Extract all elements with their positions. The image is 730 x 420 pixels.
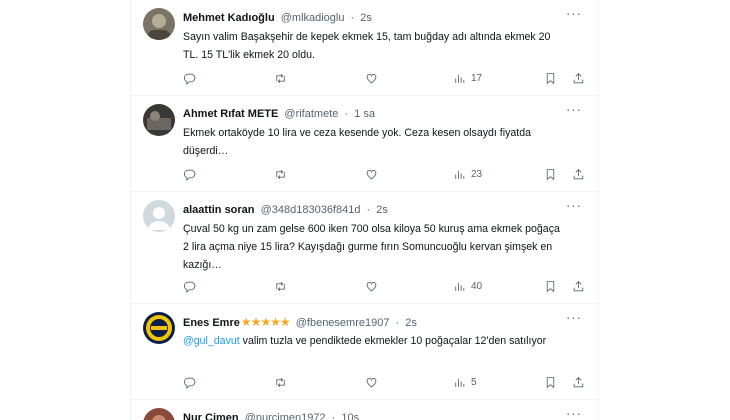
tweet-actions: 5 (183, 374, 588, 390)
author-handle[interactable]: @nurcimen1972 (245, 412, 326, 420)
views-count: 40 (471, 280, 483, 292)
tweet-text: Çuval 50 kg un zam gelse 600 iken 700 ol… (183, 223, 560, 271)
retweet-icon[interactable] (274, 374, 287, 390)
retweet-icon[interactable] (274, 70, 287, 86)
views-button[interactable]: 5 (453, 374, 477, 390)
separator: · (344, 108, 349, 120)
bookmark-icon[interactable] (544, 70, 557, 86)
share-icon[interactable] (572, 278, 585, 294)
heart-icon[interactable] (365, 374, 378, 390)
avatar[interactable] (143, 8, 175, 40)
avatar[interactable] (143, 104, 175, 136)
tweet-header: Nur Cimen @nurcimen1972 · 10s (183, 411, 568, 420)
tweet-text-body: valim tuzla ve pendiktede ekmekler 10 po… (239, 335, 547, 347)
reply-icon[interactable] (183, 278, 196, 294)
reply-icon[interactable] (183, 70, 196, 86)
retweet-icon[interactable] (274, 166, 287, 182)
author-handle[interactable]: @rifatmete (284, 108, 338, 120)
tweet-item[interactable]: Mehmet Kadıoğlu @mlkadioglu · 2s ··· Say… (131, 0, 598, 96)
heart-icon[interactable] (365, 278, 378, 294)
more-dots-icon[interactable]: ··· (566, 103, 582, 117)
avatar[interactable] (143, 408, 175, 420)
tweet-item[interactable]: Enes Emre★★★★★ @fbenesemre1907 · 2s ··· … (131, 304, 598, 400)
reply-icon[interactable] (183, 374, 196, 390)
separator: · (350, 12, 355, 24)
tweet-header: Enes Emre★★★★★ @fbenesemre1907 · 2s (183, 315, 568, 330)
star-rating-emoji: ★★★★★ (240, 315, 291, 329)
tweet-actions: 23 (183, 166, 588, 182)
tweet-text: Sayın valim Başakşehir de kepek ekmek 15… (183, 31, 551, 61)
views-chart-icon (453, 376, 466, 389)
more-dots-icon[interactable]: ··· (566, 407, 582, 420)
tweet-header: alaattin soran @348d183036f841d · 2s (183, 203, 568, 217)
views-button[interactable]: 23 (453, 166, 482, 182)
mention-link[interactable]: @gul_davut (183, 335, 240, 347)
tweet-header: Ahmet Rıfat METE @rifatmete · 1 sa (183, 107, 568, 121)
author-name[interactable]: Mehmet Kadıoğlu (183, 12, 275, 24)
author-handle[interactable]: @fbenesemre1907 (296, 317, 390, 329)
share-icon[interactable] (572, 70, 585, 86)
tweet-header: Mehmet Kadıoğlu @mlkadioglu · 2s (183, 11, 568, 25)
author-handle[interactable]: @mlkadioglu (281, 12, 345, 24)
more-dots-icon[interactable]: ··· (566, 199, 582, 213)
separator: · (331, 412, 336, 420)
separator: · (366, 204, 371, 216)
timestamp[interactable]: 10s (341, 412, 359, 420)
views-chart-icon (453, 72, 466, 85)
tweet-text: @gul_davut valim tuzla ve pendiktede ekm… (183, 332, 563, 350)
more-dots-icon[interactable]: ··· (566, 7, 582, 21)
views-button[interactable]: 17 (453, 70, 482, 86)
separator: · (395, 317, 400, 329)
retweet-icon[interactable] (274, 278, 287, 294)
tweet-actions: 40 (183, 278, 588, 294)
avatar[interactable] (143, 312, 175, 344)
tweet-item[interactable]: Ahmet Rıfat METE @rifatmete · 1 sa ··· E… (131, 96, 598, 192)
bookmark-icon[interactable] (544, 278, 557, 294)
views-count: 5 (471, 376, 477, 388)
more-dots-icon[interactable]: ··· (566, 311, 582, 325)
timestamp[interactable]: 2s (405, 317, 417, 329)
author-name[interactable]: Nur Cimen (183, 412, 239, 420)
heart-icon[interactable] (365, 70, 378, 86)
bookmark-icon[interactable] (544, 166, 557, 182)
tweet-actions: 17 (183, 70, 588, 86)
timestamp[interactable]: 1 sa (354, 108, 375, 120)
views-button[interactable]: 40 (453, 278, 482, 294)
tweet-item[interactable]: Nur Cimen @nurcimen1972 · 10s ··· (131, 400, 598, 420)
author-name[interactable]: Enes Emre (183, 317, 240, 329)
views-count: 17 (471, 72, 483, 84)
views-chart-icon (453, 280, 466, 293)
tweet-item[interactable]: alaattin soran @348d183036f841d · 2s ···… (131, 192, 598, 304)
views-count: 23 (471, 168, 483, 180)
author-handle[interactable]: @348d183036f841d (261, 204, 361, 216)
author-name[interactable]: Ahmet Rıfat METE (183, 108, 278, 120)
views-chart-icon (453, 168, 466, 181)
author-name[interactable]: alaattin soran (183, 204, 255, 216)
share-icon[interactable] (572, 166, 585, 182)
timestamp[interactable]: 2s (376, 204, 388, 216)
avatar[interactable] (143, 200, 175, 232)
tweet-feed: Mehmet Kadıoğlu @mlkadioglu · 2s ··· Say… (130, 0, 599, 420)
timestamp[interactable]: 2s (360, 12, 372, 24)
reply-icon[interactable] (183, 166, 196, 182)
share-icon[interactable] (572, 374, 585, 390)
heart-icon[interactable] (365, 166, 378, 182)
bookmark-icon[interactable] (544, 374, 557, 390)
tweet-text: Ekmek ortaköyde 10 lira ve ceza kesende … (183, 127, 532, 157)
